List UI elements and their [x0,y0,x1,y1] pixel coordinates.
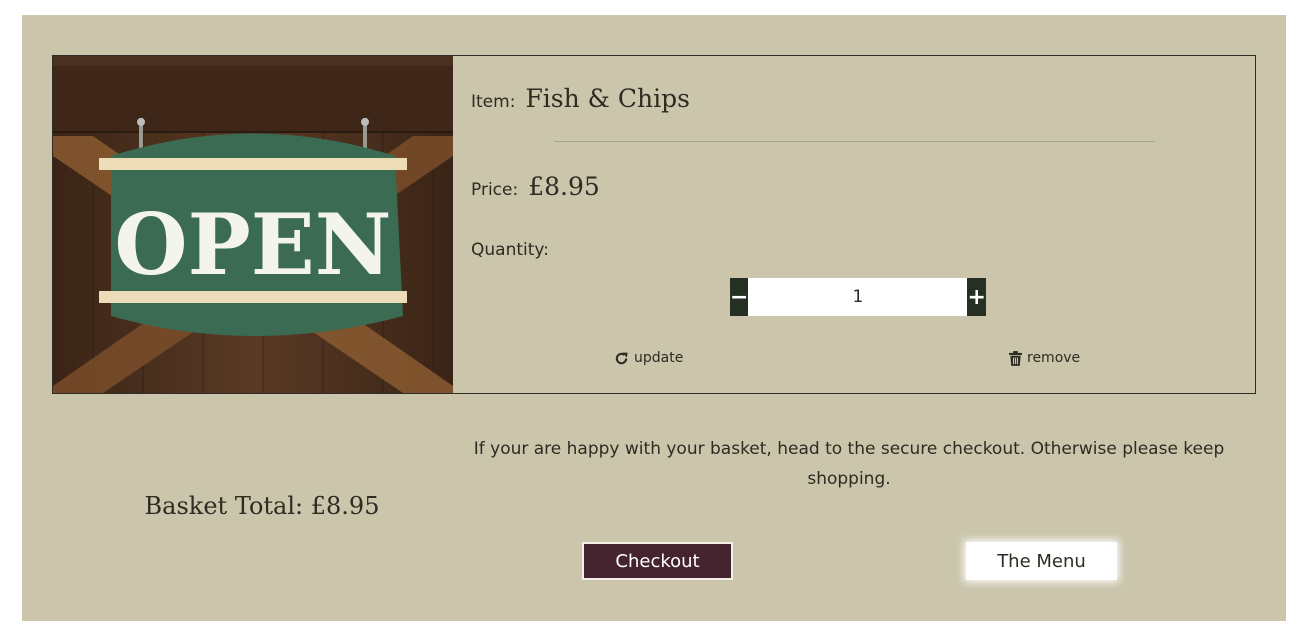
basket-item-card: OPEN Item: Fish & Chips Price: £8.95 Quant… [52,55,1256,394]
update-label: update [634,350,684,366]
item-name: Fish & Chips [525,84,690,113]
quantity-label: Quantity: [471,240,549,260]
open-sign-image: OPEN [53,56,453,393]
item-details: Item: Fish & Chips Price: £8.95 Quantity: … [453,56,1255,393]
price-label: Price: [471,180,519,200]
remove-label: remove [1027,350,1081,366]
item-label: Item: [471,92,516,112]
increment-button[interactable]: + [967,278,986,316]
menu-button[interactable]: The Menu [966,542,1117,580]
quantity-stepper: − + [730,278,986,316]
checkout-button[interactable]: Checkout [582,542,733,580]
remove-link[interactable]: remove [1009,350,1080,366]
checkout-message: If your are happy with your basket, head… [473,439,1225,489]
trash-icon [1009,350,1022,366]
open-sign-text: OPEN [114,195,391,294]
quantity-row: Quantity: [471,240,549,260]
decrement-button[interactable]: − [730,278,749,316]
price-row: Price: £8.95 [471,172,600,201]
item-image: OPEN [53,56,453,393]
basket-total: Basket Total: £8.95 [144,492,380,520]
price-value: £8.95 [528,172,600,201]
quantity-input[interactable] [748,278,968,316]
item-row: Item: Fish & Chips [471,84,690,113]
basket-panel: OPEN Item: Fish & Chips Price: £8.95 Quant… [22,15,1286,621]
divider [554,141,1155,142]
redo-icon [614,351,629,366]
update-link[interactable]: update [614,350,683,366]
